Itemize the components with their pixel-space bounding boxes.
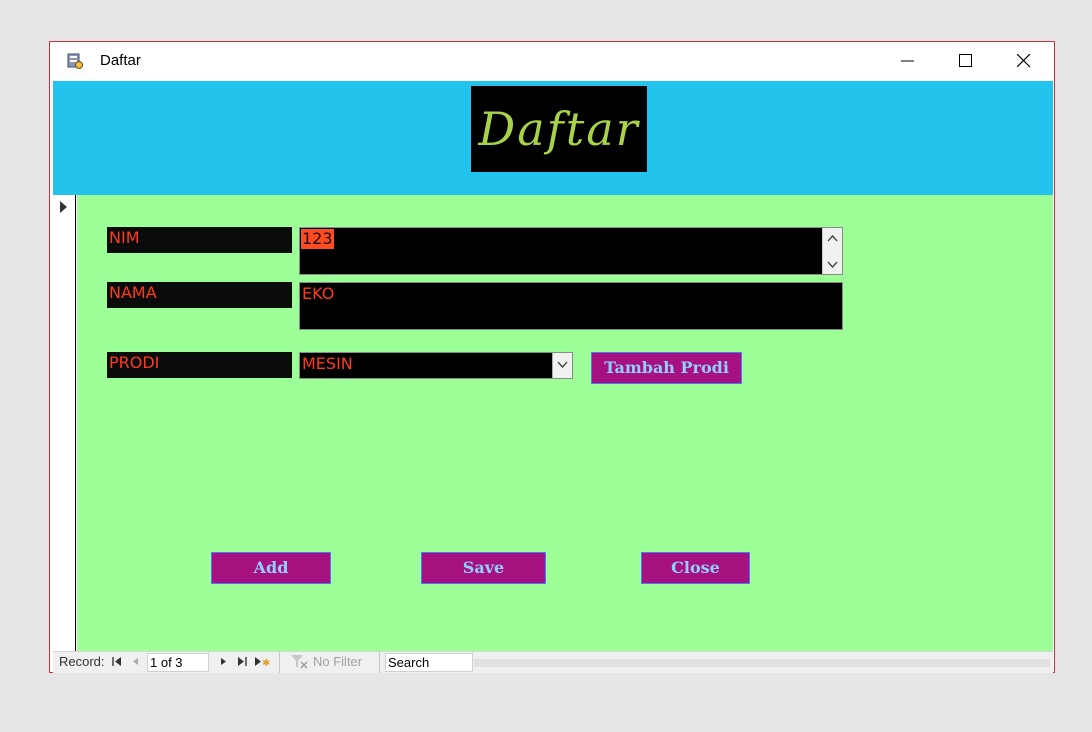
nama-label: NAMA	[107, 282, 292, 308]
nama-value: EKO	[302, 284, 335, 303]
nim-field[interactable]: 123	[299, 227, 843, 275]
save-button[interactable]: Save	[421, 552, 546, 584]
tambah-prodi-button[interactable]: Tambah Prodi	[591, 352, 742, 384]
record-selector[interactable]	[53, 195, 76, 651]
filter-indicator[interactable]	[291, 652, 311, 672]
window-title: Daftar	[100, 52, 141, 69]
prodi-value: MESIN	[302, 354, 353, 373]
next-record-icon	[221, 658, 226, 665]
current-record-arrow-icon	[60, 201, 67, 213]
close-button[interactable]: Close	[641, 552, 750, 584]
new-record-button[interactable]: ✱	[255, 652, 275, 672]
form-detail: NIM 123 NAMA EKO PRODI MESIN Tambah Prod…	[77, 195, 1053, 651]
access-form-icon	[66, 52, 84, 70]
nim-scrollbar[interactable]	[822, 228, 842, 274]
scroll-down-icon[interactable]	[827, 261, 838, 269]
record-navigation-bar: Record: 1 of 3 ✱ No Filter Search	[53, 651, 1053, 673]
first-record-button[interactable]	[111, 652, 125, 672]
add-button[interactable]: Add	[211, 552, 331, 584]
no-filter-icon	[291, 655, 308, 669]
nav-separator	[379, 652, 380, 673]
nama-field[interactable]: EKO	[299, 282, 843, 330]
prodi-combobox[interactable]: MESIN	[299, 352, 573, 379]
prodi-dropdown-button[interactable]	[552, 353, 572, 378]
svg-text:✱: ✱	[262, 658, 270, 667]
prodi-label: PRODI	[107, 352, 292, 378]
nim-label: NIM	[107, 227, 292, 253]
chevron-down-icon	[557, 361, 568, 368]
title-bar: Daftar	[50, 42, 1054, 80]
maximize-icon	[959, 54, 972, 67]
previous-record-icon	[133, 658, 138, 665]
nav-separator	[279, 652, 280, 673]
minimize-button[interactable]	[879, 42, 937, 80]
filter-label: No Filter	[313, 654, 363, 669]
close-window-button[interactable]	[995, 42, 1053, 80]
previous-record-button[interactable]	[129, 652, 143, 672]
logo-text: Daftar	[478, 102, 640, 156]
nim-value: 123	[301, 229, 334, 249]
form-window: Daftar Daftar NIM 123 NAMA EKO PRODI MES…	[49, 41, 1055, 673]
close-icon	[1017, 54, 1031, 68]
scroll-up-icon[interactable]	[827, 234, 838, 242]
header-logo: Daftar	[471, 86, 647, 172]
last-record-button[interactable]	[237, 652, 251, 672]
minimize-icon	[901, 60, 914, 62]
horizontal-scrollbar[interactable]	[474, 659, 1050, 667]
maximize-button[interactable]	[937, 42, 995, 80]
first-record-icon	[112, 657, 121, 666]
search-input[interactable]: Search	[385, 653, 473, 672]
new-record-icon: ✱	[255, 657, 270, 667]
last-record-icon	[238, 657, 247, 666]
form-header: Daftar	[53, 81, 1053, 195]
record-label: Record:	[59, 654, 105, 669]
next-record-button[interactable]	[217, 652, 231, 672]
current-record-input[interactable]: 1 of 3	[147, 653, 209, 672]
